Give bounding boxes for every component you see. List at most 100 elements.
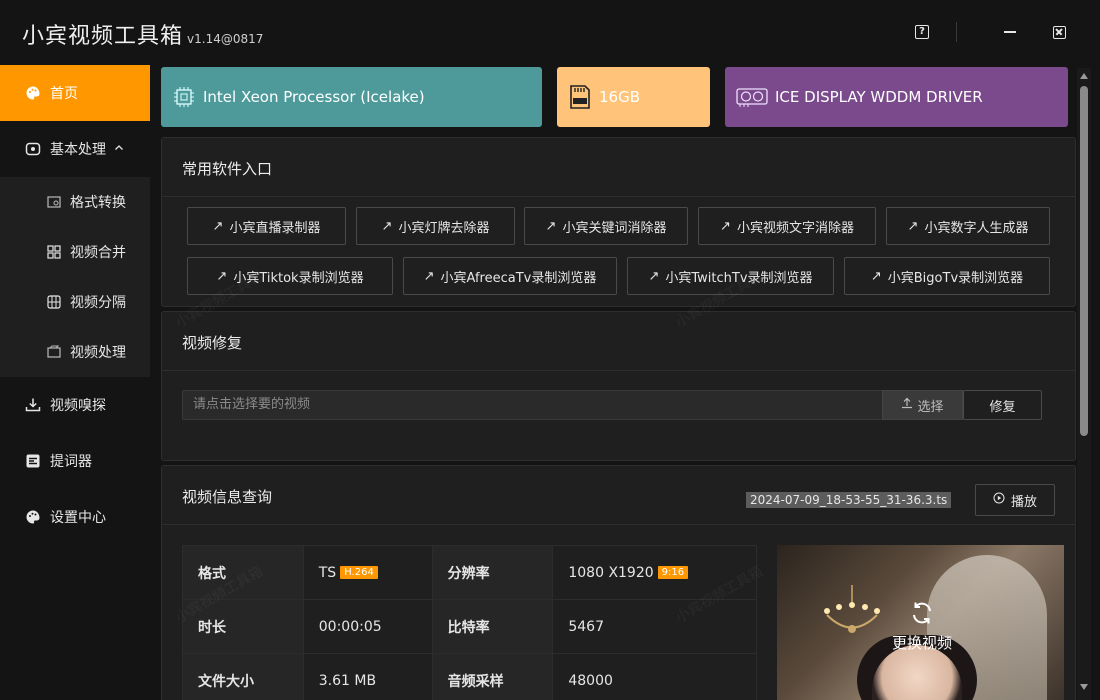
software-button-bigo-browser[interactable]: ↗ 小宾BigoTv录制浏览器 bbox=[844, 257, 1050, 295]
title-separator bbox=[956, 22, 957, 42]
external-link-icon: ↗ bbox=[720, 218, 731, 234]
cpu-icon bbox=[171, 84, 197, 110]
text-box-icon bbox=[24, 452, 42, 470]
info-label: 时长 bbox=[182, 599, 304, 654]
info-label: 文件大小 bbox=[182, 653, 304, 700]
panel-divider bbox=[162, 196, 1075, 197]
external-link-icon: ↗ bbox=[216, 268, 228, 284]
app-version: v1.14@0817 bbox=[187, 32, 264, 46]
codec-tag: H.264 bbox=[340, 566, 378, 579]
software-button-label: 小宾Tiktok录制浏览器 bbox=[233, 270, 364, 286]
info-value: TS H.264 bbox=[302, 545, 433, 600]
sidebar-item-sniff[interactable]: 视频嗅探 bbox=[0, 377, 150, 433]
sidebar-item-home[interactable]: 首页 bbox=[0, 65, 150, 121]
gpu-icon bbox=[735, 84, 769, 110]
info-label: 格式 bbox=[182, 545, 304, 600]
circle-box-icon bbox=[24, 140, 42, 158]
main-scrollbar[interactable] bbox=[1077, 68, 1091, 700]
upload-icon bbox=[901, 397, 913, 413]
sidebar-item-prompter[interactable]: 提词器 bbox=[0, 433, 150, 489]
software-panel: 常用软件入口 ↗ 小宾直播录制器 ↗ 小宾灯牌去除器 ↗ 小宾关键词消除器 ↗ 小宾视频… bbox=[161, 137, 1076, 307]
scroll-down-icon[interactable] bbox=[1080, 684, 1088, 690]
software-button-twitch-browser[interactable]: ↗ 小宾TwitchTv录制浏览器 bbox=[627, 257, 834, 295]
sidebar-item-video-merge[interactable]: 视频合并 bbox=[0, 227, 150, 277]
external-link-icon: ↗ bbox=[648, 268, 660, 284]
grid-icon bbox=[46, 244, 62, 260]
sidebar-item-format-convert[interactable]: 格式转换 bbox=[0, 177, 150, 227]
info-label: 音频采样 bbox=[431, 653, 554, 700]
software-button-digital-human[interactable]: ↗ 小宾数字人生成器 bbox=[886, 207, 1050, 245]
table-row: 时长 00:00:05 比特率 5467 bbox=[182, 599, 757, 654]
swap-video-button[interactable]: 更换视频 bbox=[872, 600, 972, 653]
aspect-tag: 9:16 bbox=[657, 566, 689, 579]
software-button-tiktok-browser[interactable]: ↗ 小宾Tiktok录制浏览器 bbox=[187, 257, 393, 295]
software-button-label: 小宾TwitchTv录制浏览器 bbox=[665, 270, 813, 286]
software-button-sign-remover[interactable]: ↗ 小宾灯牌去除器 bbox=[356, 207, 515, 245]
sidebar: 首页 基本处理 格式转换 视频合并 视频分隔 视频处理 视频嗅探 提词器 设置中… bbox=[0, 64, 150, 700]
software-button-label: 小宾视频文字消除器 bbox=[736, 220, 854, 236]
external-link-icon: ↗ bbox=[423, 268, 435, 284]
software-button-label: 小宾AfreecaTv录制浏览器 bbox=[440, 270, 597, 286]
repair-button[interactable]: 修复 bbox=[963, 390, 1042, 420]
cpu-card: Intel Xeon Processor (Icelake) bbox=[161, 67, 542, 127]
basic-submenu: 格式转换 视频合并 视频分隔 视频处理 bbox=[0, 177, 150, 377]
panel-divider bbox=[162, 524, 1075, 525]
memory-card-icon bbox=[567, 84, 593, 110]
sidebar-sub-label: 视频处理 bbox=[70, 345, 126, 361]
sidebar-item-settings[interactable]: 设置中心 bbox=[0, 489, 150, 545]
main-content: Intel Xeon Processor (Icelake) 16GB ICE … bbox=[150, 64, 1100, 700]
filesize-value: 3.61 MB bbox=[302, 653, 433, 700]
sidebar-item-label: 视频嗅探 bbox=[50, 398, 106, 414]
sidebar-item-label: 首页 bbox=[50, 86, 78, 102]
external-link-icon: ↗ bbox=[381, 218, 393, 234]
software-button-text-remover[interactable]: ↗ 小宾视频文字消除器 bbox=[698, 207, 876, 245]
sidebar-item-basic[interactable]: 基本处理 bbox=[0, 121, 150, 177]
film-process-icon bbox=[46, 344, 62, 360]
memory-label: 16GB bbox=[599, 88, 641, 106]
software-button-label: 小宾灯牌去除器 bbox=[398, 220, 490, 236]
close-icon bbox=[1052, 25, 1066, 39]
minimize-button[interactable] bbox=[1002, 24, 1018, 40]
repair-panel: 视频修复 请点击选择要的视频 选择 修复 bbox=[161, 311, 1076, 461]
external-link-icon: ↗ bbox=[870, 268, 882, 284]
gpu-label: ICE DISPLAY WDDM DRIVER bbox=[775, 88, 983, 106]
external-link-icon: ↗ bbox=[545, 218, 557, 234]
software-panel-title: 常用软件入口 bbox=[182, 160, 273, 178]
filename-badge: 2024-07-09_18-53-55_31-36.3.ts bbox=[746, 492, 952, 508]
app-title: 小宾视频工具箱 v1.14@0817 bbox=[22, 18, 263, 50]
software-button-label: 小宾直播录制器 bbox=[229, 220, 321, 236]
software-button-afreeca-browser[interactable]: ↗ 小宾AfreecaTv录制浏览器 bbox=[403, 257, 617, 295]
swap-video-label: 更换视频 bbox=[891, 634, 952, 652]
bitrate-value: 5467 bbox=[552, 599, 757, 654]
play-label: 播放 bbox=[1010, 494, 1037, 510]
sidebar-item-label: 设置中心 bbox=[50, 510, 106, 526]
external-link-icon: ↗ bbox=[212, 218, 224, 234]
sidebar-sub-label: 格式转换 bbox=[70, 195, 126, 211]
software-button-label: 小宾关键词消除器 bbox=[562, 220, 667, 236]
video-info-table: 格式 TS H.264 分辨率 1080 X1920 9:16 时长 00:00:0… bbox=[182, 545, 757, 700]
memory-card: 16GB bbox=[557, 67, 710, 127]
info-panel-title: 视频信息查询 bbox=[182, 488, 273, 506]
close-button[interactable] bbox=[1051, 24, 1067, 40]
sidebar-item-label: 基本处理 bbox=[50, 142, 106, 158]
duration-value: 00:00:05 bbox=[302, 599, 433, 654]
scrollbar-thumb[interactable] bbox=[1080, 86, 1088, 436]
scroll-up-icon[interactable] bbox=[1080, 73, 1088, 79]
video-preview[interactable]: 更换视频 bbox=[777, 545, 1064, 700]
software-button-keyword-remover[interactable]: ↗ 小宾关键词消除器 bbox=[524, 207, 688, 245]
help-icon: ? bbox=[915, 25, 929, 39]
video-path-input[interactable]: 请点击选择要的视频 bbox=[182, 390, 882, 420]
minimize-icon bbox=[1004, 31, 1016, 33]
choose-label: 选择 bbox=[917, 399, 944, 415]
software-button-live-recorder[interactable]: ↗ 小宾直播录制器 bbox=[187, 207, 346, 245]
software-button-label: 小宾BigoTv录制浏览器 bbox=[887, 270, 1024, 286]
app-name: 小宾视频工具箱 bbox=[22, 24, 184, 49]
cpu-label: Intel Xeon Processor (Icelake) bbox=[203, 88, 425, 106]
chevron-up-icon bbox=[114, 141, 124, 157]
choose-button[interactable]: 选择 bbox=[882, 390, 963, 420]
info-label: 比特率 bbox=[431, 599, 554, 654]
sidebar-item-video-split[interactable]: 视频分隔 bbox=[0, 277, 150, 327]
help-button[interactable]: ? bbox=[914, 24, 930, 40]
sidebar-item-video-process[interactable]: 视频处理 bbox=[0, 327, 150, 377]
play-button[interactable]: 播放 bbox=[975, 484, 1055, 516]
